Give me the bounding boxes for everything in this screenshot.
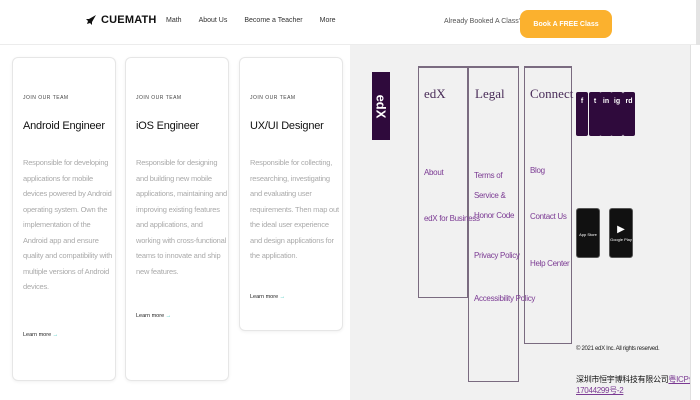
arrow-right-icon: →	[165, 313, 172, 319]
job-card-android[interactable]: JOIN OUR TEAM Android Engineer Responsib…	[12, 57, 116, 381]
app-store-label: App Store	[579, 231, 597, 237]
footer-link-terms[interactable]: Terms of Service & Honor Code	[474, 166, 516, 226]
edx-logo[interactable]: edX	[372, 72, 390, 140]
card-title: iOS Engineer	[136, 120, 200, 132]
facebook-icon[interactable]: f	[576, 92, 588, 136]
app-store-badge[interactable]: App Store	[576, 208, 600, 258]
already-booked-link[interactable]: Already Booked A Class?	[444, 18, 523, 25]
page-right-edge	[690, 45, 700, 400]
nav-item-about-us[interactable]: About Us	[199, 17, 228, 24]
learn-more-link[interactable]: Learn more →	[23, 332, 58, 338]
rocket-icon	[86, 15, 96, 25]
card-title: Android Engineer	[23, 120, 105, 132]
nav-item-math[interactable]: Math	[166, 17, 182, 24]
card-description: Responsible for designing and building n…	[136, 158, 227, 276]
footer-link-about[interactable]: About	[424, 168, 444, 177]
learn-more-link[interactable]: Learn more →	[250, 294, 285, 300]
arrow-right-icon: →	[279, 294, 286, 300]
card-kicker: JOIN OUR TEAM	[23, 95, 69, 101]
reddit-icon[interactable]: rd	[623, 92, 635, 136]
footer-heading-legal: Legal	[475, 86, 505, 101]
job-card-ux-ui[interactable]: JOIN OUR TEAM UX/UI Designer Responsible…	[239, 57, 343, 331]
play-icon: ▶	[617, 224, 625, 235]
nav-item-become-a-teacher[interactable]: Become a Teacher	[244, 17, 302, 24]
nav-item-more[interactable]: More	[320, 17, 336, 24]
card-description: Responsible for developing applications …	[23, 158, 113, 291]
footer-column-connect	[524, 66, 572, 344]
logo-text: CUEMATH	[101, 14, 157, 26]
card-description: Responsible for collecting, researching,…	[250, 158, 339, 260]
card-kicker: JOIN OUR TEAM	[136, 95, 182, 101]
copyright-text: © 2021 edX Inc. All rights reserved.	[576, 346, 660, 352]
instagram-icon[interactable]: ig	[611, 92, 623, 136]
job-card-ios[interactable]: JOIN OUR TEAM iOS Engineer Responsible f…	[125, 57, 229, 381]
google-play-label: Google Play	[610, 237, 632, 242]
card-title: UX/UI Designer	[250, 120, 324, 132]
learn-more-label: Learn more	[136, 313, 165, 319]
arrow-right-icon: →	[52, 332, 59, 338]
edx-logo-text: edX	[373, 94, 389, 118]
icp-company: 深圳市恒宇博科技有限公司	[576, 375, 669, 384]
footer-heading-connect: Connect	[530, 86, 574, 101]
card-kicker: JOIN OUR TEAM	[250, 95, 296, 101]
footer-link-blog[interactable]: Blog	[530, 166, 545, 175]
top-header: CUEMATH Math About Us Become a Teacher M…	[0, 0, 700, 45]
learn-more-link[interactable]: Learn more →	[136, 313, 171, 319]
footer-heading-edx: edX	[424, 86, 446, 101]
google-play-badge[interactable]: ▶ Google Play	[609, 208, 633, 258]
cuemath-logo[interactable]: CUEMATH	[85, 14, 157, 26]
footer-link-contact-us[interactable]: Contact Us	[530, 212, 567, 221]
footer-link-help-center[interactable]: Help Center	[530, 259, 570, 268]
learn-more-label: Learn more	[250, 294, 279, 300]
scrollbar[interactable]	[696, 0, 700, 45]
icp-license: 深圳市恒宇博科技有限公司粤ICP备17044299号-2	[576, 374, 700, 396]
learn-more-label: Learn more	[23, 332, 52, 338]
footer-link-privacy-policy[interactable]: Privacy Policy	[474, 251, 520, 260]
book-free-class-button[interactable]: Book A FREE Class	[520, 10, 612, 38]
main-nav: Math About Us Become a Teacher More	[166, 17, 336, 24]
